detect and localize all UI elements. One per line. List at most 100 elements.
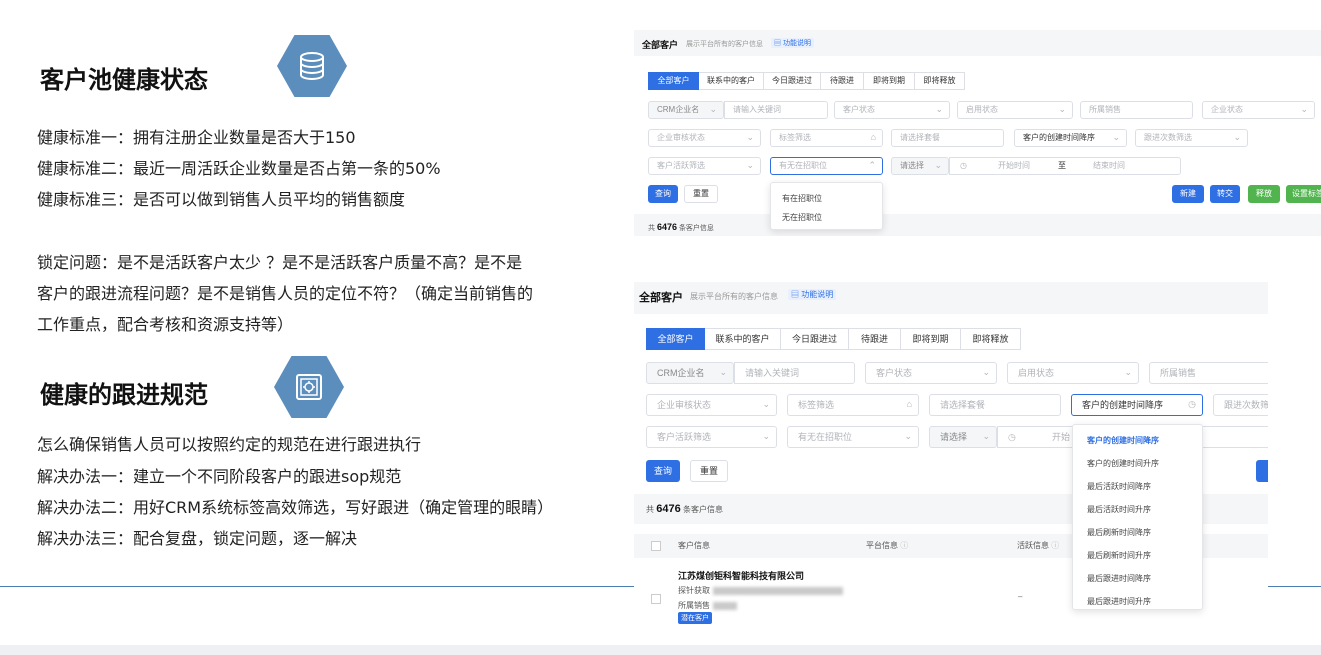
follow-count-select[interactable]: 跟进次数筛选 ⌄ (1135, 129, 1248, 147)
set-tag-button[interactable]: 设置标签 (1286, 185, 1321, 203)
crm-name-select[interactable]: CRM企业名 ⌄ (646, 362, 734, 384)
start-time-input[interactable]: 开始时间 (998, 158, 1030, 174)
help-link[interactable]: ▤ 功能说明 (788, 289, 837, 300)
tab-contacting[interactable]: 联系中的客户 (699, 72, 764, 90)
tab-all-customers[interactable]: 全部客户 (648, 72, 699, 90)
hiring-select[interactable]: 有无在招职位 ⌃ (770, 157, 883, 175)
option-hiring-yes[interactable]: 有在招职位 (782, 193, 822, 204)
follow-count-label: 跟进次数筛选 (1144, 133, 1192, 142)
sort-option-refresh-asc[interactable]: 最后刷新时间升序 (1087, 550, 1151, 561)
enable-status-select[interactable]: 启用状态 ⌄ (957, 101, 1073, 119)
option-hiring-no[interactable]: 无在招职位 (782, 212, 822, 223)
total-number: 6476 (656, 222, 677, 232)
keyword-input[interactable]: 请输入关键词 (734, 362, 855, 384)
sort-option-active-desc[interactable]: 最后活跃时间降序 (1087, 481, 1151, 492)
section-title-follow-up: 健康的跟进规范 (40, 381, 208, 409)
range-separator: 至 (1058, 161, 1066, 170)
column-header-active: 活跃信息 ⓘ (1017, 540, 1059, 551)
redacted-text (713, 586, 843, 595)
reset-button[interactable]: 重置 (684, 185, 718, 203)
customer-status-label: 客户状态 (843, 105, 875, 114)
sort-option-refresh-desc[interactable]: 最后刷新时间降序 (1087, 527, 1151, 538)
tag-filter-select[interactable]: 标签筛选 ⌂ (770, 129, 883, 147)
sales-owner-select[interactable]: 所属销售 (1080, 101, 1193, 119)
sort-select[interactable]: 客户的创建时间降序 ⌄ (1014, 129, 1127, 147)
column-header-customer: 客户信息 (678, 541, 710, 550)
new-button[interactable]: 新建 (1172, 185, 1204, 203)
company-review-select[interactable]: 企业审核状态 ⌄ (646, 394, 777, 416)
package-select[interactable]: 请选择套餐 (929, 394, 1061, 416)
customer-status-select[interactable]: 客户状态 ⌄ (834, 101, 950, 119)
tab-releasing[interactable]: 即将释放 (915, 72, 965, 90)
date-type-select[interactable]: 请选择 ⌄ (929, 426, 997, 448)
tab-followed-today[interactable]: 今日跟进过 (781, 328, 849, 350)
tag-filter-label: 标签筛选 (798, 400, 835, 410)
tab-bar: 全部客户 联系中的客户 今日跟进过 待跟进 即将到期 即将释放 (648, 72, 965, 90)
company-review-label: 企业审核状态 (657, 133, 705, 142)
sales-owner-select[interactable]: 所属销售 (1149, 362, 1268, 384)
total-prefix: 共 (646, 505, 654, 514)
chevron-down-icon: ⌄ (1124, 367, 1132, 377)
tab-expiring[interactable]: 即将到期 (864, 72, 915, 90)
sort-option-created-desc[interactable]: 客户的创建时间降序 (1087, 435, 1159, 446)
enable-status-select[interactable]: 启用状态 ⌄ (1007, 362, 1139, 384)
company-review-select[interactable]: 企业审核状态 ⌄ (648, 129, 761, 147)
tag-icon: ⌂ (906, 399, 912, 409)
chevron-down-icon: ⌄ (719, 367, 727, 377)
tab-followed-today[interactable]: 今日跟进过 (764, 72, 821, 90)
reset-button[interactable]: 重置 (690, 460, 728, 482)
tab-releasing[interactable]: 即将释放 (961, 328, 1021, 350)
package-select[interactable]: 请选择套餐 (891, 129, 1004, 147)
health-standard-1: 健康标准一：拥有注册企业数量是否大于150 (37, 128, 356, 147)
chevron-down-icon: ⌄ (762, 431, 770, 441)
release-button[interactable]: 释放 (1248, 185, 1280, 203)
clock-icon: ◷ (1008, 432, 1016, 442)
sort-option-follow-desc[interactable]: 最后跟进时间降序 (1087, 573, 1151, 584)
date-type-select[interactable]: 请选择 ⌄ (891, 157, 949, 175)
tab-all-customers[interactable]: 全部客户 (646, 328, 705, 350)
follow-count-select[interactable]: 跟进次数筛 (1213, 394, 1268, 416)
row-checkbox[interactable] (651, 594, 661, 604)
active-filter-select[interactable]: 客户活跃筛选 ⌄ (648, 157, 761, 175)
new-button[interactable] (1256, 460, 1268, 482)
sort-option-follow-asc[interactable]: 最后跟进时间升序 (1087, 596, 1151, 607)
total-number: 6476 (656, 503, 681, 515)
chevron-down-icon: ⌄ (935, 104, 943, 115)
keyword-input[interactable]: 请输入关键词 (724, 101, 828, 119)
column-header-platform: 平台信息 ⓘ (866, 540, 908, 551)
tab-pending-follow[interactable]: 待跟进 (849, 328, 901, 350)
hiring-select[interactable]: 有无在招职位 ⌄ (787, 426, 919, 448)
date-range-picker[interactable]: ◷ 开始时间 至 结束时间 (949, 157, 1181, 175)
top-crm-panel: 全部客户 展示平台所有的客户信息 ▤ 功能说明 全部客户 联系中的客户 今日跟进… (634, 28, 1321, 236)
crm-name-select[interactable]: CRM企业名 ⌄ (648, 101, 724, 119)
tab-expiring[interactable]: 即将到期 (901, 328, 961, 350)
tag-filter-select[interactable]: 标签筛选 ⌂ (787, 394, 919, 416)
database-icon (277, 35, 347, 97)
page-description: 展示平台所有的客户信息 (690, 292, 778, 301)
transfer-button[interactable]: 转交 (1210, 185, 1240, 203)
sort-option-created-asc[interactable]: 客户的创建时间升序 (1087, 458, 1159, 469)
help-label: 功能说明 (782, 40, 811, 47)
help-link[interactable]: ▤ 功能说明 (771, 38, 814, 48)
total-suffix: 条客户信息 (678, 225, 714, 232)
company-name[interactable]: 江苏煤创钜科智能科技有限公司 (678, 569, 804, 582)
select-all-checkbox[interactable] (651, 541, 661, 551)
chevron-down-icon: ⌄ (934, 160, 942, 171)
chevron-down-icon: ⌄ (1112, 132, 1120, 143)
chevron-down-icon: ⌄ (1300, 104, 1308, 115)
sort-select[interactable]: 客户的创建时间降序 ◷ (1071, 394, 1203, 416)
company-status-select[interactable]: 企业状态 ⌄ (1202, 101, 1315, 119)
search-button[interactable]: 查询 (646, 460, 680, 482)
end-time-input[interactable]: 结束时间 (1093, 158, 1125, 174)
company-review-label: 企业审核状态 (657, 400, 712, 410)
sort-option-active-asc[interactable]: 最后活跃时间升序 (1087, 504, 1151, 515)
customer-status-select[interactable]: 客户状态 ⌄ (865, 362, 997, 384)
active-filter-select[interactable]: 客户活跃筛选 ⌄ (646, 426, 777, 448)
total-prefix: 共 (648, 225, 655, 232)
clock-icon: ◷ (1188, 399, 1196, 409)
date-type-label: 请选择 (900, 161, 924, 170)
start-time-input[interactable]: 开始 (1052, 427, 1070, 447)
tab-pending-follow[interactable]: 待跟进 (821, 72, 864, 90)
tab-contacting[interactable]: 联系中的客户 (705, 328, 781, 350)
search-button[interactable]: 查询 (648, 185, 678, 203)
